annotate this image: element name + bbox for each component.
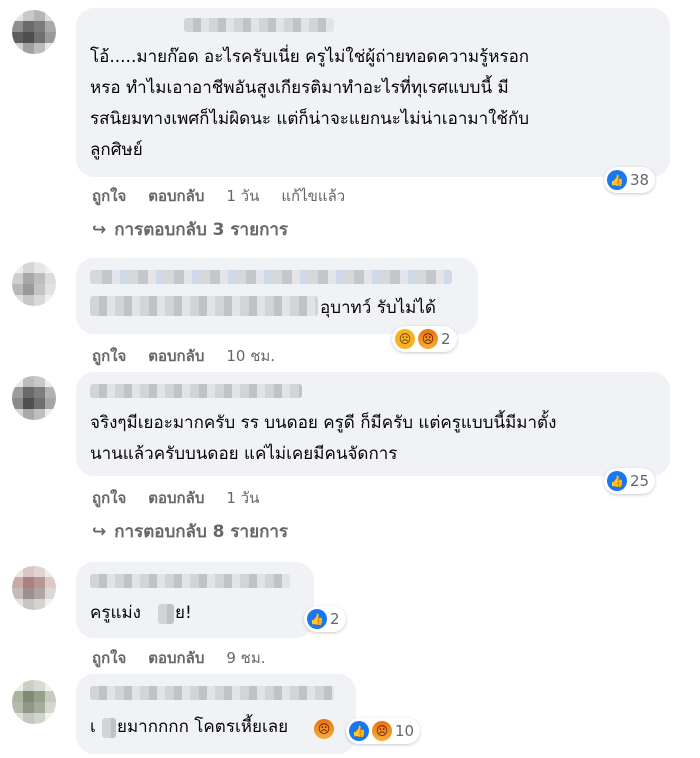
author-name-blurred[interactable]	[184, 18, 334, 32]
replies-label: การตอบกลับ 3 รายการ	[114, 220, 289, 240]
comment-text-blurred	[90, 296, 318, 316]
view-replies-link[interactable]: ↪ การตอบกลับ 8 รายการ	[92, 518, 288, 545]
like-icon: 👍	[349, 721, 369, 741]
angry-icon: ☹	[372, 721, 392, 741]
angry-icon: ☹	[418, 329, 438, 349]
comment-text-end: ยมากกกก โคตรเหี้ยเลย	[117, 717, 289, 737]
censored-text	[158, 604, 174, 624]
avatar[interactable]	[12, 10, 56, 54]
avatar[interactable]	[12, 680, 56, 724]
like-icon: 👍	[607, 170, 627, 190]
author-name-blurred[interactable]	[90, 384, 302, 398]
comment-text-start: ครูแม่ง	[90, 603, 141, 623]
comment-actions: ถูกใจ ตอบกลับ 10 ชม.	[92, 344, 275, 368]
reply-button[interactable]: ตอบกลับ	[148, 344, 204, 368]
comment-bubble: เ ยมากกกก โคตรเหี้ยเลย ☹ 👍 ☹ 10	[76, 674, 421, 754]
reaction-summary[interactable]: 👍 25	[604, 468, 656, 494]
reply-button[interactable]: ตอบกลับ	[148, 184, 204, 208]
reaction-summary[interactable]: 👍 ☹ 10	[346, 718, 421, 744]
reaction-count: 2	[330, 610, 340, 628]
like-button[interactable]: ถูกใจ	[92, 486, 126, 510]
comment-actions: ถูกใจ ตอบกลับ 1 วัน แก้ไขแล้ว	[92, 184, 345, 208]
avatar[interactable]	[12, 262, 56, 306]
angry-icon: ☹	[314, 719, 334, 739]
replies-label: การตอบกลับ 8 รายการ	[114, 522, 289, 542]
reply-button[interactable]: ตอบกลับ	[148, 486, 204, 510]
reaction-count: 2	[441, 330, 451, 348]
comment-bubble: จริงๆมีเยอะมากครับ รร บนดอย ครูดี ก็มีคร…	[76, 372, 670, 494]
reply-button[interactable]: ตอบกลับ	[148, 646, 204, 670]
like-button[interactable]: ถูกใจ	[92, 344, 126, 368]
reaction-count: 38	[630, 171, 650, 189]
like-button[interactable]: ถูกใจ	[92, 646, 126, 670]
author-name-blurred[interactable]	[90, 574, 290, 588]
comment-actions: ถูกใจ ตอบกลับ 9 ชม.	[92, 646, 266, 670]
reaction-summary[interactable]: 👍 38	[604, 167, 656, 193]
like-icon: 👍	[607, 471, 627, 491]
comment-bubble: อุบาทว์ รับไม่ได้ ☹ ☹ 2	[76, 258, 478, 352]
reaction-count: 25	[630, 472, 650, 490]
comment-text: จริงๆมีเยอะมากครับ รร บนดอย ครูดี ก็มีคร…	[90, 413, 557, 464]
timestamp[interactable]: 10 ชม.	[226, 344, 275, 368]
reaction-summary[interactable]: 👍 2	[304, 606, 346, 632]
like-button[interactable]: ถูกใจ	[92, 184, 126, 208]
comment-text: โอ้.....มายก๊อด อะไรครับเนี่ย ครูไม่ใช่ผ…	[90, 47, 530, 160]
timestamp[interactable]: 1 วัน	[226, 184, 259, 208]
reaction-summary[interactable]: ☹ ☹ 2	[392, 326, 457, 352]
comment-bubble: โอ้.....มายก๊อด อะไรครับเนี่ย ครูไม่ใช่ผ…	[76, 8, 670, 193]
censored-text	[102, 718, 116, 738]
view-replies-link[interactable]: ↪ การตอบกลับ 3 รายการ	[92, 216, 288, 243]
timestamp[interactable]: 9 ชม.	[226, 646, 265, 670]
avatar[interactable]	[12, 566, 56, 610]
timestamp[interactable]: 1 วัน	[226, 486, 259, 510]
author-name-blurred[interactable]	[90, 686, 334, 700]
comment-text: อุบาทว์ รับไม่ได้	[320, 298, 436, 318]
reaction-count: 10	[395, 722, 415, 740]
comment-text-start: เ	[90, 717, 96, 737]
like-icon: 👍	[307, 609, 327, 629]
reply-arrow-icon: ↪	[92, 521, 107, 542]
author-name-blurred[interactable]	[90, 270, 452, 284]
comment-bubble: ครูแม่ง ย! 👍 2	[76, 562, 346, 638]
edited-label: แก้ไขแล้ว	[281, 187, 346, 205]
sad-icon: ☹	[395, 329, 415, 349]
comment-actions: ถูกใจ ตอบกลับ 1 วัน	[92, 486, 259, 510]
avatar[interactable]	[12, 376, 56, 420]
reply-arrow-icon: ↪	[92, 219, 107, 240]
comment-text-end: ย!	[175, 603, 192, 623]
